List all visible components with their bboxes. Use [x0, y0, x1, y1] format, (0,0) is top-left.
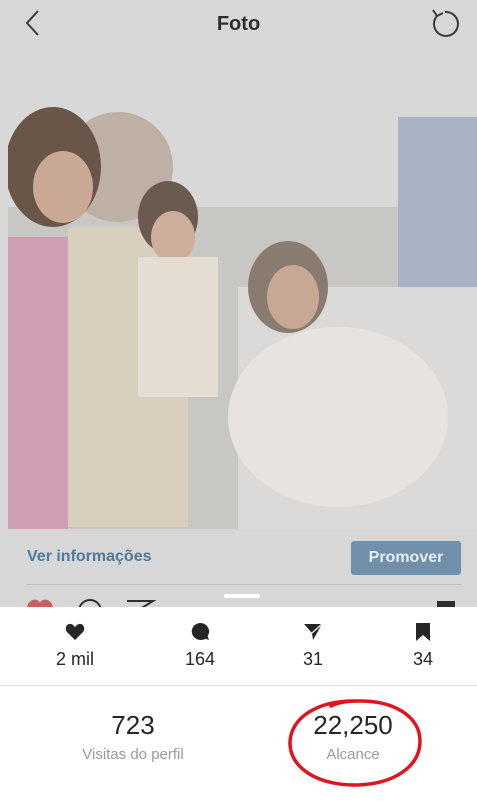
page-title: Foto — [216, 12, 261, 35]
post-photo — [8, 57, 477, 529]
comment-peek-icon — [78, 599, 102, 607]
stat-value: 31 — [302, 649, 324, 669]
screen: Foto Ver informações Promover 2 mil 164 … — [0, 0, 477, 805]
divider — [0, 685, 477, 686]
promote-button[interactable]: Promover — [351, 541, 461, 575]
stat-value: 164 — [184, 649, 216, 669]
sheet-grabber[interactable] — [224, 594, 260, 598]
view-info-link[interactable]: Ver informações — [27, 548, 152, 566]
stats-row: 2 mil 164 31 34 — [0, 621, 477, 681]
reach-label: Alcance — [326, 746, 380, 763]
heart-icon — [65, 621, 85, 643]
stat-value: 34 — [412, 649, 434, 669]
stat-comments: 164 — [155, 621, 245, 681]
stat-value: 2 mil — [55, 649, 94, 669]
profile-visits-label: Visitas do perfil — [82, 746, 184, 763]
refresh-icon — [432, 9, 459, 37]
comment-icon — [190, 621, 210, 643]
stat-saves: 34 — [378, 621, 468, 681]
post-info-row: Ver informações Promover — [0, 535, 477, 583]
like-icon — [27, 599, 53, 607]
reach-value: 22,250 — [313, 710, 393, 740]
stat-likes: 2 mil — [30, 621, 120, 681]
profile-visits-value: 723 — [111, 710, 155, 740]
back-button[interactable] — [20, 8, 44, 38]
divider — [27, 584, 461, 585]
profile-visits-stat: 723 Visitas do perfil — [33, 710, 233, 780]
stat-shares: 31 — [268, 621, 358, 681]
insights-sheet: 2 mil 164 31 34 723 Visitas do perfil 22… — [0, 607, 477, 805]
top-bar: Foto — [0, 0, 477, 48]
send-icon — [303, 621, 323, 643]
bookmark-icon — [413, 621, 433, 643]
chevron-left-icon — [25, 10, 39, 36]
dimmed-post-screen: Foto Ver informações Promover — [0, 0, 477, 607]
reach-stat: 22,250 Alcance — [253, 710, 453, 780]
refresh-button[interactable] — [427, 6, 463, 40]
